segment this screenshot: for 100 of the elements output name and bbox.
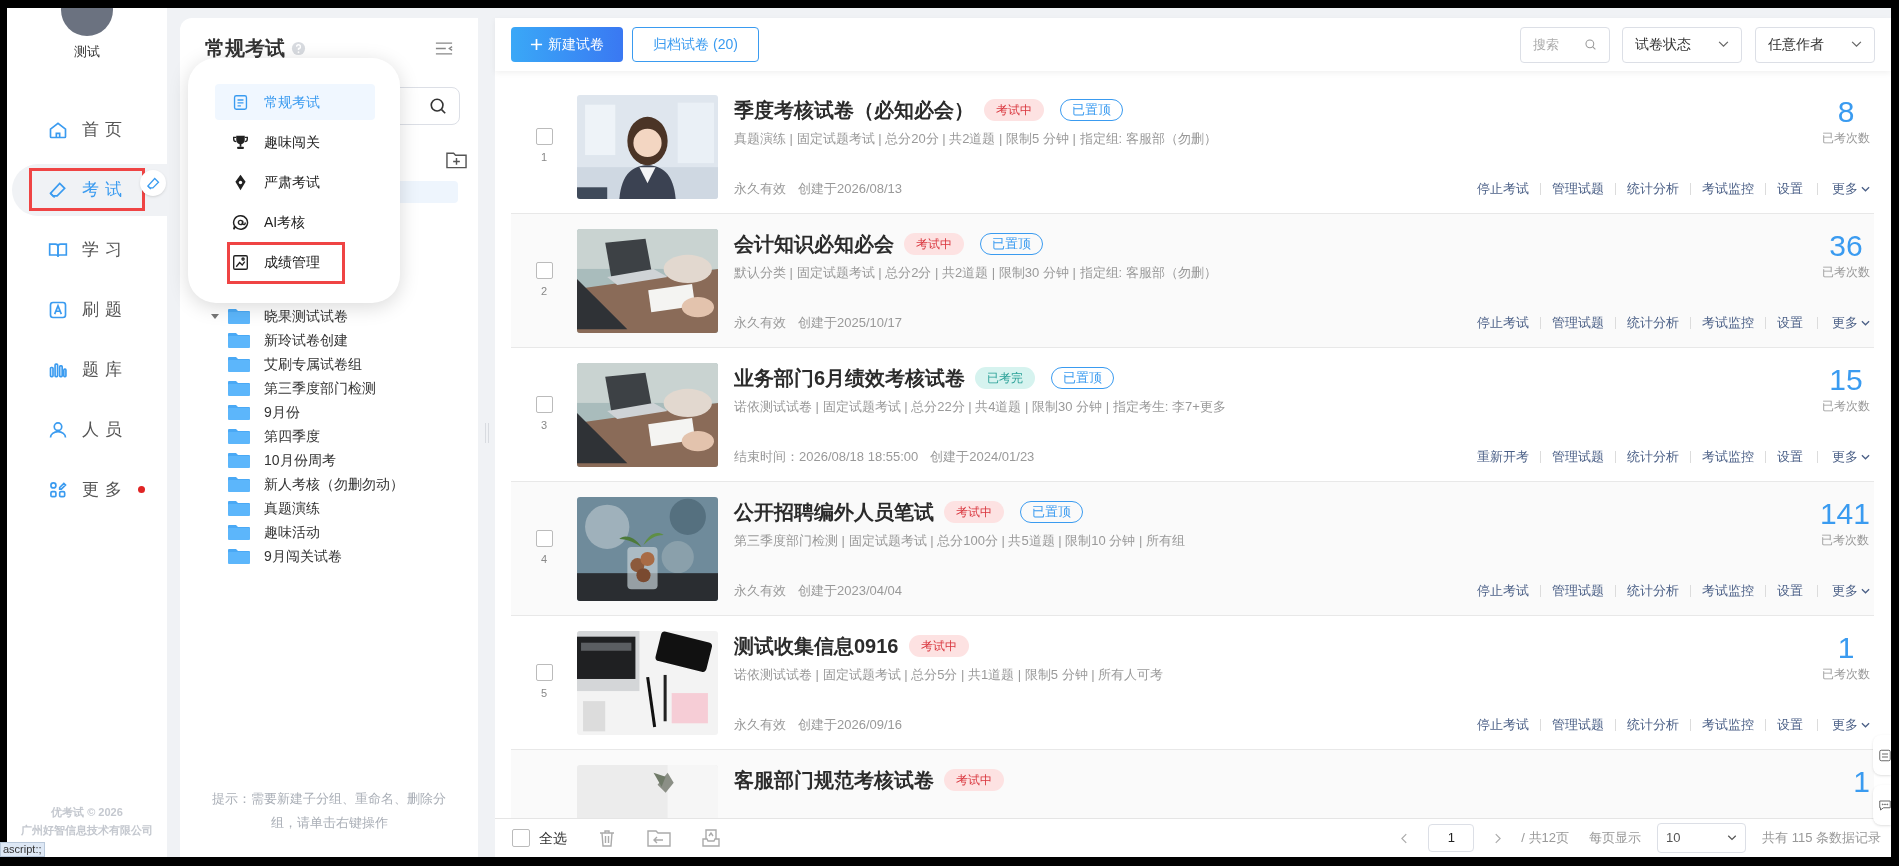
action-link[interactable]: 设置 xyxy=(1777,715,1803,735)
action-link[interactable]: 设置 xyxy=(1777,313,1803,333)
more-link[interactable]: 更多 xyxy=(1832,313,1874,333)
tree-item[interactable]: 晓果测试试卷 xyxy=(264,305,348,327)
nav-item[interactable]: 人员 xyxy=(12,403,167,456)
action-link[interactable]: 统计分析 xyxy=(1627,581,1679,601)
action-link[interactable]: 考试监控 xyxy=(1702,313,1754,333)
tree-item[interactable]: 9月份 xyxy=(264,401,300,423)
nav-item[interactable]: 更多 xyxy=(12,463,167,516)
action-link[interactable]: 管理试题 xyxy=(1552,179,1604,199)
action-link[interactable]: 管理试题 xyxy=(1552,581,1604,601)
created-date: 创建于2025/10/17 xyxy=(798,314,903,332)
folder-icon xyxy=(228,380,250,396)
action-link[interactable]: 考试监控 xyxy=(1702,447,1754,467)
exam-title[interactable]: 客服部门规范考核试卷 xyxy=(734,764,934,795)
previous-page-icon[interactable] xyxy=(1401,832,1409,844)
action-link[interactable]: 考试监控 xyxy=(1702,179,1754,199)
search-icon xyxy=(429,97,447,115)
action-link[interactable]: 统计分析 xyxy=(1627,447,1679,467)
folder-icon xyxy=(228,476,250,492)
attempt-count: 8 xyxy=(1837,94,1855,129)
tree-item[interactable]: 第三季度部门检测 xyxy=(264,377,376,399)
validity-text: 结束时间：2026/08/18 18:55:00 xyxy=(734,448,919,466)
tree-item[interactable]: 10月份周考 xyxy=(264,449,336,471)
eraser-icon xyxy=(48,179,68,200)
more-link[interactable]: 更多 xyxy=(1832,715,1874,735)
action-link[interactable]: 设置 xyxy=(1777,581,1803,601)
folder-icon xyxy=(228,308,250,324)
expand-triangle-icon[interactable] xyxy=(210,311,220,321)
action-link[interactable]: 设置 xyxy=(1777,447,1803,467)
exam-title[interactable]: 公开招聘编外人员笔试 xyxy=(734,496,934,527)
nav-item[interactable]: 题库 xyxy=(12,343,167,396)
tree-item[interactable]: 新人考核（勿删勿动） xyxy=(264,473,404,495)
exam-title[interactable]: 测试收集信息0916 xyxy=(734,630,899,661)
side-button[interactable] xyxy=(1873,735,1891,775)
select-all-label: 全选 xyxy=(539,828,567,848)
action-link[interactable]: 停止考试 xyxy=(1477,179,1529,199)
action-link[interactable]: 统计分析 xyxy=(1627,313,1679,333)
help-icon[interactable] xyxy=(291,40,306,56)
exam-title[interactable]: 会计知识必知必会 xyxy=(734,228,894,259)
tree-item[interactable]: 真题演练 xyxy=(264,497,320,519)
trash-icon[interactable] xyxy=(597,828,617,848)
total-records-text: 共有 115 条数据记录 xyxy=(1762,829,1881,848)
action-link[interactable]: 停止考试 xyxy=(1477,715,1529,735)
search-placeholder: 搜索 xyxy=(1533,35,1559,54)
action-link[interactable]: 停止考试 xyxy=(1477,581,1529,601)
more-link[interactable]: 更多 xyxy=(1832,447,1874,467)
more-link[interactable]: 更多 xyxy=(1832,581,1874,601)
nav-item[interactable]: 刷题 xyxy=(12,283,167,336)
more-link[interactable]: 更多 xyxy=(1832,179,1874,199)
action-link[interactable]: 管理试题 xyxy=(1552,447,1604,467)
tree-item[interactable]: 第四季度 xyxy=(264,425,320,447)
action-link[interactable]: 重新开考 xyxy=(1477,447,1529,467)
checkbox[interactable] xyxy=(535,127,553,145)
action-link[interactable]: 管理试题 xyxy=(1552,313,1604,333)
checkbox[interactable] xyxy=(535,529,553,547)
nav-item[interactable]: 学习 xyxy=(12,223,167,276)
action-link[interactable]: 统计分析 xyxy=(1627,179,1679,199)
person-icon xyxy=(48,419,68,440)
side-button[interactable] xyxy=(1873,785,1891,825)
tree-item[interactable]: 9月闯关试卷 xyxy=(264,545,342,567)
page-input[interactable]: 1 xyxy=(1428,824,1475,852)
trophy-icon xyxy=(232,133,249,151)
tree-item[interactable]: 艾刷专属试卷组 xyxy=(264,353,362,375)
action-link[interactable]: 考试监控 xyxy=(1702,581,1754,601)
action-link[interactable]: 考试监控 xyxy=(1702,715,1754,735)
action-link[interactable]: 统计分析 xyxy=(1627,715,1679,735)
created-date: 创建于2026/09/16 xyxy=(798,716,903,734)
exam-title[interactable]: 季度考核试卷（必知必会） xyxy=(734,94,974,125)
checkbox[interactable] xyxy=(535,395,553,413)
action-link[interactable]: 设置 xyxy=(1777,179,1803,199)
status-badge: 考试中 xyxy=(908,634,969,657)
document-icon xyxy=(232,93,249,111)
collapse-icon[interactable] xyxy=(435,40,453,56)
checkbox[interactable] xyxy=(535,663,553,681)
exam-title[interactable]: 业务部门6月绩效考核试卷 xyxy=(734,362,966,393)
checkbox[interactable] xyxy=(512,829,530,847)
created-date: 创建于2026/08/13 xyxy=(798,180,903,198)
next-page-icon[interactable] xyxy=(1494,832,1502,844)
action-link[interactable]: 管理试题 xyxy=(1552,715,1604,735)
filter-dropdown[interactable]: 试卷状态 xyxy=(1622,26,1742,63)
tree-item[interactable]: 新玲试卷创建 xyxy=(264,329,348,351)
nav-item[interactable]: 首页 xyxy=(12,103,167,156)
folder-icon xyxy=(228,452,250,468)
panel-title: 常规考试 xyxy=(205,36,285,61)
folder-move-icon[interactable] xyxy=(647,828,671,848)
validity-text: 永久有效 xyxy=(734,716,786,734)
per-page-dropdown[interactable]: 10 xyxy=(1657,823,1747,853)
checkbox[interactable] xyxy=(535,261,553,279)
menu-item[interactable]: AI考核 xyxy=(215,204,375,240)
filter-dropdown[interactable]: 任意作者 xyxy=(1755,26,1875,63)
menu-item[interactable]: 趣味闯关 xyxy=(215,124,375,160)
archive-box-icon[interactable] xyxy=(701,828,721,848)
tree-item[interactable]: 趣味活动 xyxy=(264,521,320,543)
menu-item[interactable]: 严肃考试 xyxy=(215,164,375,200)
add-folder-icon[interactable] xyxy=(446,151,467,169)
folder-icon xyxy=(228,428,250,444)
chevron-down-icon xyxy=(1861,453,1870,460)
menu-item[interactable]: 成绩管理 xyxy=(215,244,375,280)
action-link[interactable]: 停止考试 xyxy=(1477,313,1529,333)
